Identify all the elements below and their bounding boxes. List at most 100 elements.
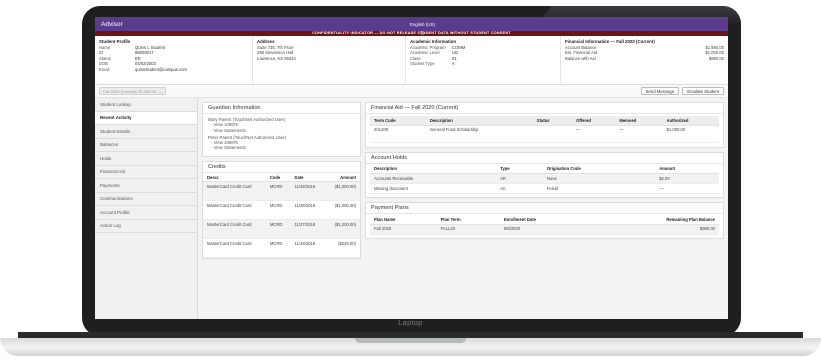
- field-value: $980.00: [708, 55, 724, 61]
- left-column: Guardian Information Mary Parent (TouchN…: [202, 102, 361, 315]
- plan-name: Fall 2020: [370, 224, 437, 235]
- credit-amount: ($220.00): [324, 238, 360, 259]
- financial-aid-card-title: Financial Aid — Fall 2020 (Current): [366, 103, 723, 114]
- guardian-list: Mary Parent (TouchNet Authorized User) -…: [203, 114, 360, 156]
- column-header: Descr.: [203, 172, 266, 183]
- credit-date: 11/29/2018: [290, 181, 325, 202]
- sidebar-item-communications[interactable]: Communications: [95, 193, 197, 206]
- column-header: Offered: [572, 116, 616, 126]
- action-toolbar: Fall 2020 (Current) $1,980.00 ⌄ Send Mes…: [95, 85, 728, 98]
- credit-date: 11/19/2018: [290, 238, 325, 259]
- hold-origination: None: [542, 173, 656, 184]
- language-selector[interactable]: English (US): [410, 22, 435, 27]
- send-message-button[interactable]: Send Message: [640, 87, 680, 95]
- sidebar-item-student-details[interactable]: Student Details: [95, 125, 197, 139]
- guardian-card: Guardian Information Mary Parent (TouchN…: [202, 102, 361, 157]
- credit-descr: MasterCard Credit Card: [203, 181, 266, 202]
- sidebar-item-account-profile[interactable]: Account Profile: [95, 206, 197, 220]
- address-heading: Address: [257, 39, 275, 44]
- academic-heading: Academic Information: [410, 39, 457, 44]
- hold-description: Accounts Receivable: [370, 173, 497, 184]
- credits-table: Descr. Code Date Amount MasterCard Credi…: [203, 172, 360, 259]
- aid-memoed: —: [615, 125, 663, 143]
- table-header-row: Plan Name Plan Term Enrollment Date Rema…: [370, 215, 719, 225]
- content-area: Guardian Information Mary Parent (TouchN…: [198, 98, 728, 319]
- field-label: Email: [99, 66, 110, 72]
- aid-description: General Fund Scholarship: [425, 125, 533, 143]
- column-header: Remaining Plan Balance: [590, 215, 719, 225]
- aid-term: 201209: [370, 125, 426, 143]
- column-header: Enrollment Date: [499, 215, 591, 225]
- table-header-row: Description Type Origination Code Amount: [370, 164, 719, 174]
- payment-plans-table: Plan Name Plan Term Enrollment Date Rema…: [370, 215, 719, 235]
- right-column: Financial Aid — Fall 2020 (Current) Term…: [365, 102, 724, 315]
- column-header: Status: [532, 116, 573, 126]
- student-summary: Student Profile Name Quinn L Student ID 86…: [95, 36, 728, 85]
- table-header-row: Descr. Code Date Amount: [203, 172, 360, 183]
- field-label: Balance with Aid: [565, 55, 596, 61]
- table-row: Fall 2020 FALL20 9/6/2020 $980.00: [370, 224, 719, 235]
- term-select-value: Fall 2020 (Current): [103, 88, 137, 94]
- hold-description: Missing document: [370, 183, 497, 194]
- payment-plans-card: Payment Plans Plan Name Plan Term Enroll…: [365, 202, 724, 239]
- toolbar-buttons: Send Message Emulate Student: [640, 87, 724, 95]
- app-title: Advisor: [101, 20, 123, 28]
- view-statements-link[interactable]: - View Statements: [208, 128, 355, 133]
- table-row: MasterCard Credit Card MCRD 11/28/2018 (…: [203, 200, 360, 221]
- sidebar-item-holds[interactable]: Holds: [95, 152, 197, 166]
- table-header-row: Term Code Description Status Offered Mem…: [370, 116, 719, 126]
- financial-aid-body: Term Code Description Status Offered Mem…: [366, 114, 723, 147]
- sidebar-item-student-lookup[interactable]: Student Lookup: [95, 98, 197, 112]
- plan-enrollment-date: 9/6/2020: [499, 224, 591, 235]
- view-statements-link[interactable]: - View Statements: [208, 145, 355, 150]
- student-email: quinnstudent@campus.com: [135, 66, 187, 72]
- column-header: Term Code: [370, 116, 426, 126]
- credit-amount: ($1,000.00): [324, 200, 360, 221]
- account-holds-card-title: Account Holds: [366, 153, 723, 164]
- sidebar: Student Lookup Recent Activity Student D…: [95, 98, 198, 319]
- field-label: Student Type: [410, 61, 435, 67]
- column-header: Amount: [324, 172, 360, 183]
- credit-amount: ($1,200.00): [324, 219, 360, 240]
- financial-heading: Financial Information — Fall 2020 (Curre…: [565, 39, 655, 44]
- aid-authorized: $1,000.00: [662, 125, 719, 143]
- column-header: Plan Name: [370, 215, 437, 225]
- account-holds-card: Account Holds Description Type Originati…: [365, 151, 724, 198]
- guardian-entry: Peter Parent (TouchNet Authorized User) …: [208, 135, 355, 151]
- credits-card: Credits Descr. Code Date Amount MasterCa…: [202, 160, 361, 260]
- guardian-card-title: Guardian Information: [203, 103, 360, 114]
- term-select[interactable]: Fall 2020 (Current) $1,980.00 ⌄: [99, 87, 166, 95]
- column-header: Date: [290, 172, 325, 183]
- sidebar-item-action-log[interactable]: Action Log: [95, 220, 197, 233]
- laptop-notch: [355, 338, 466, 343]
- fullscreen-icon[interactable]: ⛶: [420, 17, 424, 18]
- hold-amount: —: [655, 183, 719, 194]
- account-holds-table: Description Type Origination Code Amount…: [370, 164, 719, 194]
- financial-aid-table: Term Code Description Status Offered Mem…: [370, 116, 719, 143]
- credit-code: MCRD: [265, 238, 291, 259]
- account-holds-body: Description Type Origination Code Amount…: [366, 164, 723, 198]
- table-row: Accounts Receivable AR None $2.00: [370, 173, 719, 184]
- app-header: Advisor ❓ ⛶ English (US) ☉ ⋮: [95, 17, 728, 47]
- emulate-student-button[interactable]: Emulate Student: [682, 87, 724, 95]
- financial-aid-card: Financial Aid — Fall 2020 (Current) Term…: [365, 102, 724, 148]
- table-row: 201209 General Fund Scholarship — — $1,0…: [370, 125, 719, 143]
- column-header: Description: [425, 116, 533, 126]
- table-row: Missing document AC Feivid —: [370, 183, 719, 194]
- credit-date: 11/27/2018: [290, 219, 325, 240]
- stage: Laptop Advisor ❓ ⛶ English (US) ☉ ⋮ CONF…: [0, 0, 821, 360]
- financial-field: Balance with Aid $980.00: [565, 56, 724, 61]
- sidebar-item-balances[interactable]: Balances: [95, 139, 197, 152]
- student-profile-heading: Student Profile: [99, 39, 131, 44]
- credit-descr: MasterCard Credit Card: [203, 200, 266, 221]
- table-row: MasterCard Credit Card MCRD 11/27/2018 (…: [203, 219, 360, 240]
- field-value: A: [452, 61, 455, 67]
- chevron-down-icon: ⌄: [158, 88, 162, 94]
- sidebar-item-recent-activity[interactable]: Recent Activity: [95, 111, 197, 125]
- hold-type: AR: [496, 173, 543, 184]
- aid-offered: —: [572, 125, 616, 143]
- sidebar-item-financial-aid[interactable]: Financial Aid: [95, 166, 197, 179]
- sidebar-item-payments[interactable]: Payments: [95, 179, 197, 193]
- guardian-entry: Mary Parent (TouchNet Authorized User) -…: [208, 117, 355, 133]
- term-select-amount: $1,980.00: [138, 88, 157, 94]
